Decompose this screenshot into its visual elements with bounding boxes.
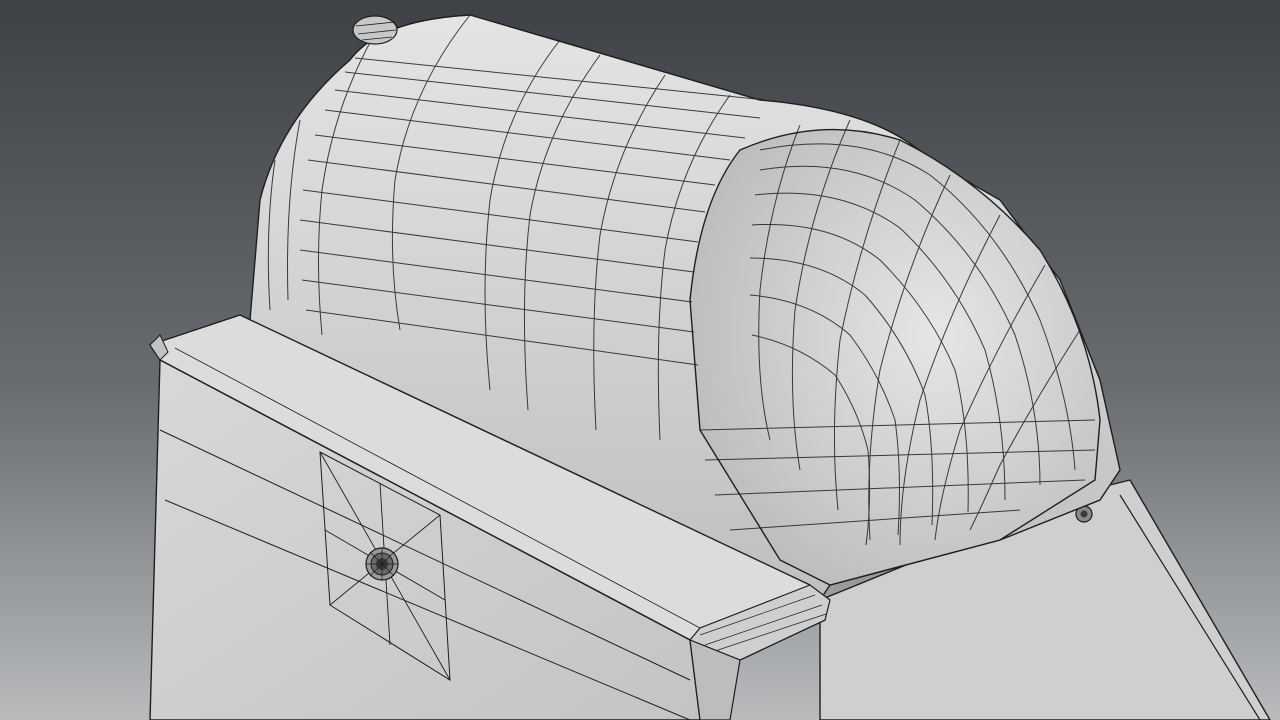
top-knob: [352, 15, 398, 45]
render-viewport: [0, 0, 1280, 720]
wireframe-scene: [0, 0, 1280, 720]
center-knob-icon: [365, 547, 399, 581]
